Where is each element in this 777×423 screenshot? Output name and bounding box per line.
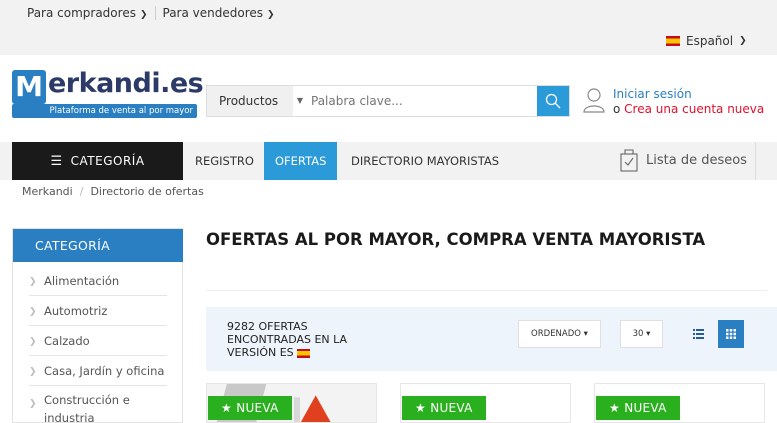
spain-flag-icon [666,36,680,46]
login-link[interactable]: Iniciar sesión [613,87,764,102]
page-title: OFERTAS AL POR MAYOR, COMPRA VENTA MAYOR… [206,230,706,249]
sidebar-item-casa-jardin-oficina[interactable]: ❯ Casa, Jardín y oficina [29,356,167,386]
results-count: 9282 OFERTAS ENCONTRADAS EN LA VERSIÓN E… [227,320,387,359]
search-button[interactable] [537,86,569,116]
nav-item-ofertas[interactable]: OFERTAS [264,142,338,180]
star-icon: ★ [221,401,233,415]
sidebar-item-alimentacion[interactable]: ❯ Alimentación [29,266,167,296]
results-toolbar: 9282 OFERTAS ENCONTRADAS EN LA VERSIÓN E… [206,307,777,371]
logo-text: erkandi.es [48,68,204,99]
sidebar-item-label: Casa, Jardín y oficina [44,364,165,378]
results-count-text: 9282 OFERTAS ENCONTRADAS EN LA VERSIÓN E… [227,320,348,359]
nav-item-registro[interactable]: REGISTRO [184,142,265,180]
breadcrumb-separator: / [79,185,84,198]
category-sidebar: CATEGORÍA ❯ Alimentación ❯ Automotriz ❯ Cal… [12,228,183,423]
product-card[interactable]: ★ NUEVA [400,383,571,423]
new-badge: ★ NUEVA [402,396,486,420]
divider [154,6,156,20]
chevron-right-icon: ❯ [29,337,37,347]
chevron-down-icon: ❯ [739,36,747,46]
chevron-right-icon: ❯ [29,307,37,317]
category-menu-label: CATEGORÍA [70,154,145,168]
sellers-label: Para vendedores [162,6,264,20]
breadcrumb: Merkandi / Directorio de ofertas [22,185,204,198]
wishlist-icon [620,149,638,172]
nav-item-directorio[interactable]: DIRECTORIO MAYORISTAS [340,142,510,180]
badge-label: NUEVA [430,401,473,415]
breadcrumb-current: Directorio de ofertas [90,185,204,198]
badge-label: NUEVA [236,401,279,415]
badge-label: NUEVA [624,401,667,415]
grid-view-button[interactable] [718,320,744,348]
hamburger-icon: ☰ [50,153,63,169]
buyers-label: Para compradores [27,6,136,20]
new-badge: ★ NUEVA [596,396,680,420]
header: M erkandi.es Plataforma de venta al por … [0,55,777,142]
sort-dropdown[interactable]: ORDENADO ▾ [518,320,601,348]
per-page-value: 30 [632,329,644,339]
sidebar-item-label: Automotriz [44,304,108,318]
nav-divider [755,142,756,180]
spain-flag-icon [296,348,310,358]
wishlist-label: Lista de deseos [646,152,747,168]
buyers-menu[interactable]: Para compradores ❯ [27,6,148,20]
list-view-button[interactable] [685,320,711,348]
star-icon: ★ [415,401,427,415]
sidebar-item-calzado[interactable]: ❯ Calzado [29,326,167,356]
caret-down-icon: ▼ [296,96,304,105]
sidebar-item-automotriz[interactable]: ❯ Automotriz [29,296,167,326]
sellers-menu[interactable]: Para vendedores ❯ [163,6,275,20]
logo-tagline: Plataforma de venta al por mayor [12,104,197,118]
audience-links: Para compradores ❯ Para vendedores ❯ [27,6,275,20]
top-bar: Para compradores ❯ Para vendedores ❯ Españ… [0,0,777,55]
category-menu-button[interactable]: ☰ CATEGORÍA [12,142,183,180]
caret-down-icon: ▾ [583,329,588,339]
chevron-down-icon: ❯ [267,10,275,20]
breadcrumb-home[interactable]: Merkandi [22,185,73,198]
search-input[interactable] [307,86,537,116]
list-view-icon [692,329,704,339]
title-divider [206,290,767,291]
main-nav: ☰ CATEGORÍA REGISTRO OFERTAS DIRECTORIO … [0,142,777,180]
caret-down-icon: ▾ [646,329,651,339]
grid-view-icon [726,329,736,339]
search-icon [545,93,561,109]
per-page-dropdown[interactable]: 30 ▾ [620,320,663,348]
search-bar: Productos ▼ [206,85,570,117]
sidebar-item-label: Construcción e industria [44,393,130,423]
wishlist-link[interactable]: Lista de deseos [620,148,747,172]
register-link[interactable]: Crea una cuenta nueva [624,102,764,116]
or-text: o [613,102,625,116]
chevron-down-icon: ❯ [139,10,148,20]
language-label: Español [686,34,734,48]
chevron-right-icon: ❯ [29,399,37,409]
sidebar-item-label: Calzado [44,334,90,348]
sidebar-item-construccion-industria[interactable]: ❯ Construcción e industria [29,386,167,423]
user-icon [583,88,605,113]
new-badge: ★ NUEVA [208,396,292,420]
chevron-right-icon: ❯ [29,367,37,377]
sidebar-item-label: Alimentación [44,274,120,288]
site-logo[interactable]: M erkandi.es Plataforma de venta al por … [12,68,204,118]
sort-label: ORDENADO [531,329,581,339]
logo-mark: M [12,70,46,104]
product-card[interactable]: ★ NUEVA [206,383,377,423]
chevron-right-icon: ❯ [29,277,37,287]
search-category-select[interactable]: Productos [207,86,293,116]
star-icon: ★ [609,401,621,415]
product-card[interactable]: ★ NUEVA [594,383,765,423]
language-selector[interactable]: Español ❯ [666,34,747,48]
sidebar-title: CATEGORÍA [13,229,183,262]
account-area: Iniciar sesión o Crea una cuenta nueva [583,87,764,117]
